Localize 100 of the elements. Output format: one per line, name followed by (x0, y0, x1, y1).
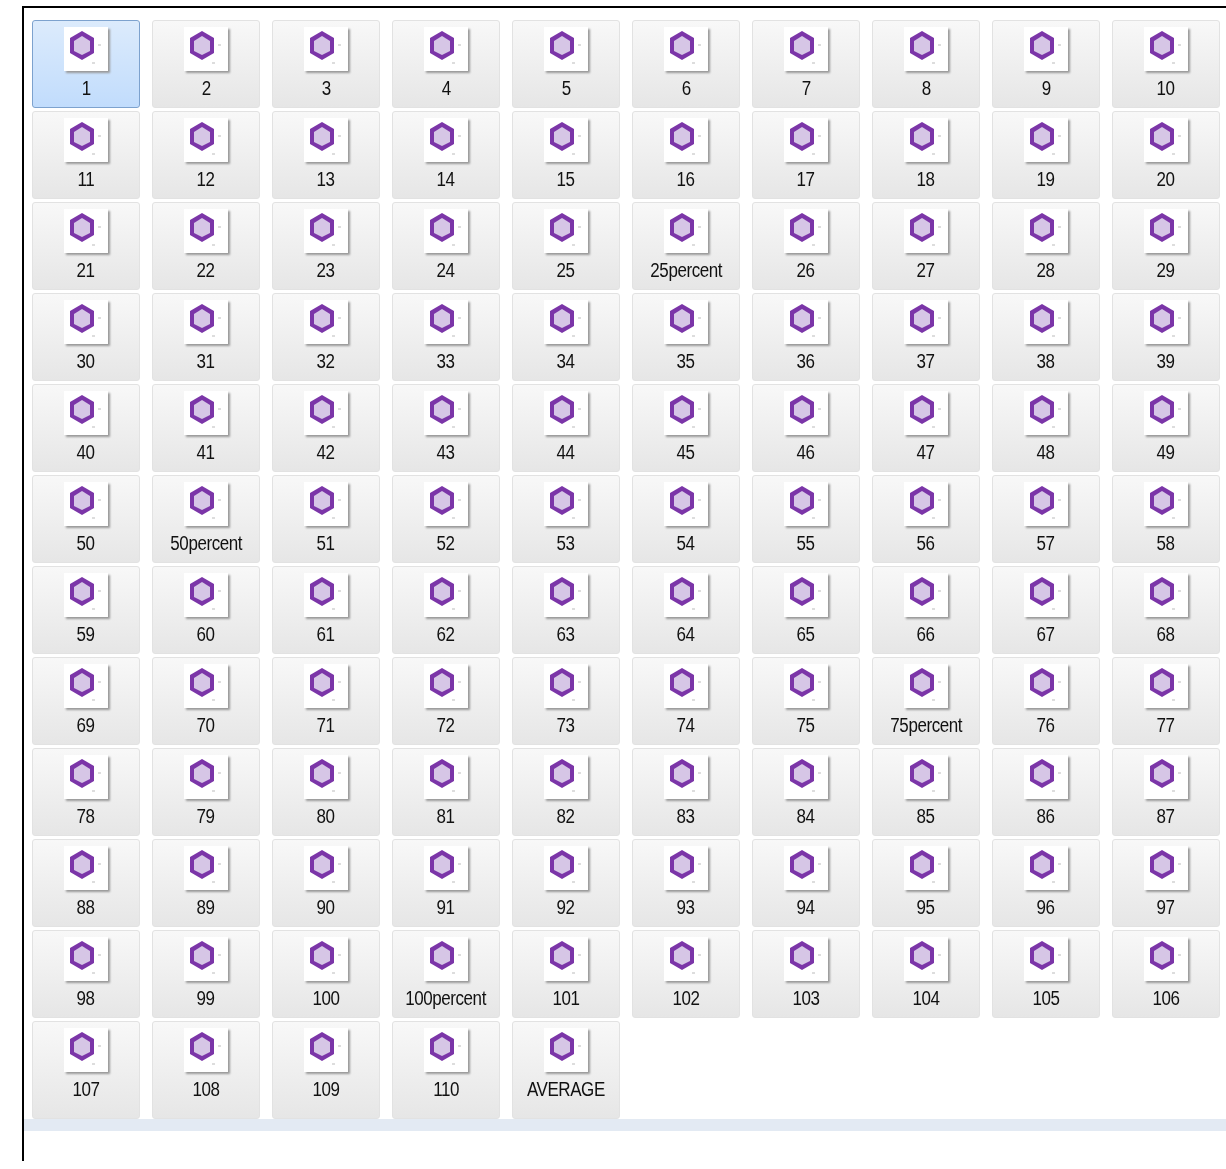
file-item[interactable]: 109 (272, 1021, 380, 1119)
file-item[interactable]: 86 (992, 748, 1100, 836)
file-item[interactable]: 81 (392, 748, 500, 836)
file-item[interactable]: 64 (632, 566, 740, 654)
file-item[interactable]: 17 (752, 111, 860, 199)
file-item[interactable]: 94 (752, 839, 860, 927)
file-item[interactable]: 110 (392, 1021, 500, 1119)
file-item[interactable]: 61 (272, 566, 380, 654)
file-item[interactable]: 49 (1112, 384, 1220, 472)
file-item[interactable]: 74 (632, 657, 740, 745)
file-item[interactable]: 41 (152, 384, 260, 472)
file-item[interactable]: 34 (512, 293, 620, 381)
file-item[interactable]: 83 (632, 748, 740, 836)
file-item[interactable]: 35 (632, 293, 740, 381)
file-item[interactable]: 50 (32, 475, 140, 563)
file-item[interactable]: 75percent (872, 657, 980, 745)
file-item[interactable]: 80 (272, 748, 380, 836)
file-item[interactable]: 10 (1112, 20, 1220, 108)
file-item[interactable]: 7 (752, 20, 860, 108)
file-item[interactable]: 6 (632, 20, 740, 108)
file-item[interactable]: 68 (1112, 566, 1220, 654)
file-item[interactable]: 21 (32, 202, 140, 290)
file-item[interactable]: 47 (872, 384, 980, 472)
file-item[interactable]: 27 (872, 202, 980, 290)
file-item[interactable]: 3 (272, 20, 380, 108)
file-item[interactable]: 62 (392, 566, 500, 654)
file-item[interactable]: 25 (512, 202, 620, 290)
file-item[interactable]: 100 (272, 930, 380, 1018)
file-item[interactable]: 96 (992, 839, 1100, 927)
file-item[interactable]: 88 (32, 839, 140, 927)
file-item[interactable]: 57 (992, 475, 1100, 563)
file-item[interactable]: 32 (272, 293, 380, 381)
file-item[interactable]: 78 (32, 748, 140, 836)
file-item[interactable]: 46 (752, 384, 860, 472)
file-item[interactable]: 33 (392, 293, 500, 381)
file-item[interactable]: 31 (152, 293, 260, 381)
file-item[interactable]: 92 (512, 839, 620, 927)
file-item[interactable]: 63 (512, 566, 620, 654)
file-item[interactable]: 59 (32, 566, 140, 654)
file-item[interactable]: 44 (512, 384, 620, 472)
file-item[interactable]: 76 (992, 657, 1100, 745)
file-item[interactable]: 55 (752, 475, 860, 563)
file-item[interactable]: 45 (632, 384, 740, 472)
file-item[interactable]: 90 (272, 839, 380, 927)
file-item[interactable]: 101 (512, 930, 620, 1018)
file-item[interactable]: 50percent (152, 475, 260, 563)
file-item[interactable]: 15 (512, 111, 620, 199)
file-item[interactable]: 53 (512, 475, 620, 563)
file-item[interactable]: 42 (272, 384, 380, 472)
file-item[interactable]: 98 (32, 930, 140, 1018)
file-item[interactable]: 82 (512, 748, 620, 836)
file-item[interactable]: 28 (992, 202, 1100, 290)
file-item[interactable]: 100percent (392, 930, 500, 1018)
file-item[interactable]: 20 (1112, 111, 1220, 199)
file-item[interactable]: 18 (872, 111, 980, 199)
file-item[interactable]: 11 (32, 111, 140, 199)
file-item[interactable]: 52 (392, 475, 500, 563)
file-item[interactable]: 99 (152, 930, 260, 1018)
file-item[interactable]: 106 (1112, 930, 1220, 1018)
file-item[interactable]: 72 (392, 657, 500, 745)
file-item[interactable]: 107 (32, 1021, 140, 1119)
file-item[interactable]: 58 (1112, 475, 1220, 563)
file-item[interactable]: 93 (632, 839, 740, 927)
file-item[interactable]: 77 (1112, 657, 1220, 745)
file-item[interactable]: 39 (1112, 293, 1220, 381)
file-item[interactable]: 97 (1112, 839, 1220, 927)
file-item[interactable]: 19 (992, 111, 1100, 199)
file-item[interactable]: 54 (632, 475, 740, 563)
file-item[interactable]: 30 (32, 293, 140, 381)
file-item[interactable]: 29 (1112, 202, 1220, 290)
file-item[interactable]: 105 (992, 930, 1100, 1018)
file-item[interactable]: 2 (152, 20, 260, 108)
file-item[interactable]: AVERAGE (512, 1021, 620, 1119)
file-item[interactable]: 16 (632, 111, 740, 199)
file-item[interactable]: 13 (272, 111, 380, 199)
file-item[interactable]: 103 (752, 930, 860, 1018)
file-item[interactable]: 36 (752, 293, 860, 381)
file-item[interactable]: 71 (272, 657, 380, 745)
file-item[interactable]: 65 (752, 566, 860, 654)
file-item[interactable]: 84 (752, 748, 860, 836)
file-item[interactable]: 8 (872, 20, 980, 108)
file-item[interactable]: 12 (152, 111, 260, 199)
file-item[interactable]: 4 (392, 20, 500, 108)
file-item[interactable]: 69 (32, 657, 140, 745)
file-item[interactable]: 40 (32, 384, 140, 472)
file-item[interactable]: 37 (872, 293, 980, 381)
file-item[interactable]: 89 (152, 839, 260, 927)
file-item[interactable]: 22 (152, 202, 260, 290)
file-item[interactable]: 5 (512, 20, 620, 108)
file-item[interactable]: 26 (752, 202, 860, 290)
file-item[interactable]: 9 (992, 20, 1100, 108)
file-item[interactable]: 1 (32, 20, 140, 108)
file-item[interactable]: 66 (872, 566, 980, 654)
file-item[interactable]: 23 (272, 202, 380, 290)
file-item[interactable]: 91 (392, 839, 500, 927)
file-item[interactable]: 70 (152, 657, 260, 745)
file-item[interactable]: 43 (392, 384, 500, 472)
file-item[interactable]: 75 (752, 657, 860, 745)
file-item[interactable]: 73 (512, 657, 620, 745)
file-item[interactable]: 51 (272, 475, 380, 563)
